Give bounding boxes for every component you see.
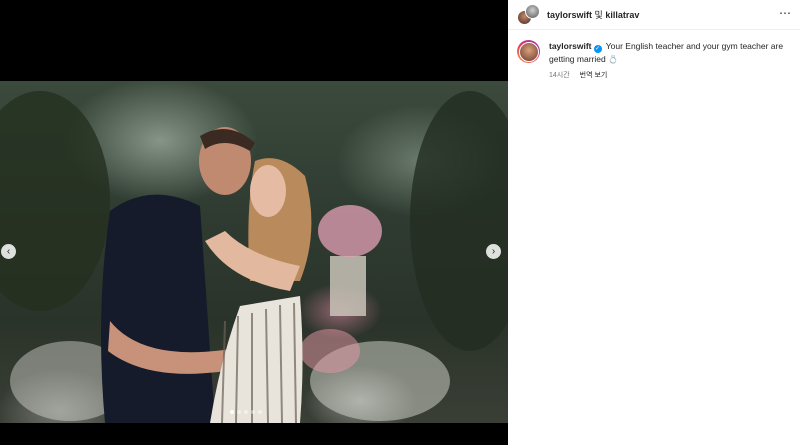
post-header: taylorswift 및 killatrav ⋯	[508, 0, 800, 30]
carousel-prev-button[interactable]: ‹	[1, 244, 16, 259]
collab-avatars[interactable]	[517, 3, 540, 26]
verified-badge-icon: ✓	[593, 45, 602, 53]
carousel-dot	[251, 410, 255, 414]
caption-body: taylorswift ✓ Your English teacher and yo…	[549, 40, 789, 80]
more-icon: ⋯	[779, 6, 792, 20]
caption-username[interactable]: taylorswift	[549, 41, 592, 51]
post-time[interactable]: 14시간	[549, 70, 570, 80]
post-caption: taylorswift ✓ Your English teacher and yo…	[517, 40, 790, 80]
avatar	[518, 41, 539, 62]
photo-illustration	[0, 91, 508, 423]
carousel-dot	[230, 410, 234, 414]
carousel-next-button[interactable]: ›	[486, 244, 501, 259]
chevron-left-icon: ‹	[6, 245, 11, 257]
chevron-right-icon: ›	[491, 245, 496, 257]
carousel-dot	[258, 410, 262, 414]
post-authors: taylorswift 및 killatrav	[547, 8, 639, 21]
carousel-dot	[237, 410, 241, 414]
post-media: ‹ ›	[0, 0, 508, 445]
avatar	[525, 3, 540, 19]
post-photo	[0, 81, 508, 423]
more-options-button[interactable]: ⋯	[779, 6, 792, 20]
caption-avatar[interactable]	[517, 40, 540, 63]
post-side-panel: taylorswift 및 killatrav ⋯ taylorswift ✓ Y…	[508, 0, 800, 445]
author-link[interactable]: taylorswift	[547, 10, 592, 20]
carousel-dot	[244, 410, 248, 414]
see-translation-button[interactable]: 번역 보기	[580, 70, 608, 80]
ring-emoji-icon: 💍	[608, 55, 619, 64]
author-link[interactable]: killatrav	[605, 10, 639, 20]
carousel-indicator	[230, 410, 262, 414]
caption-text: taylorswift ✓ Your English teacher and yo…	[549, 40, 789, 66]
author-conjunction: 및	[594, 10, 603, 20]
caption-meta: 14시간 번역 보기	[549, 70, 789, 80]
